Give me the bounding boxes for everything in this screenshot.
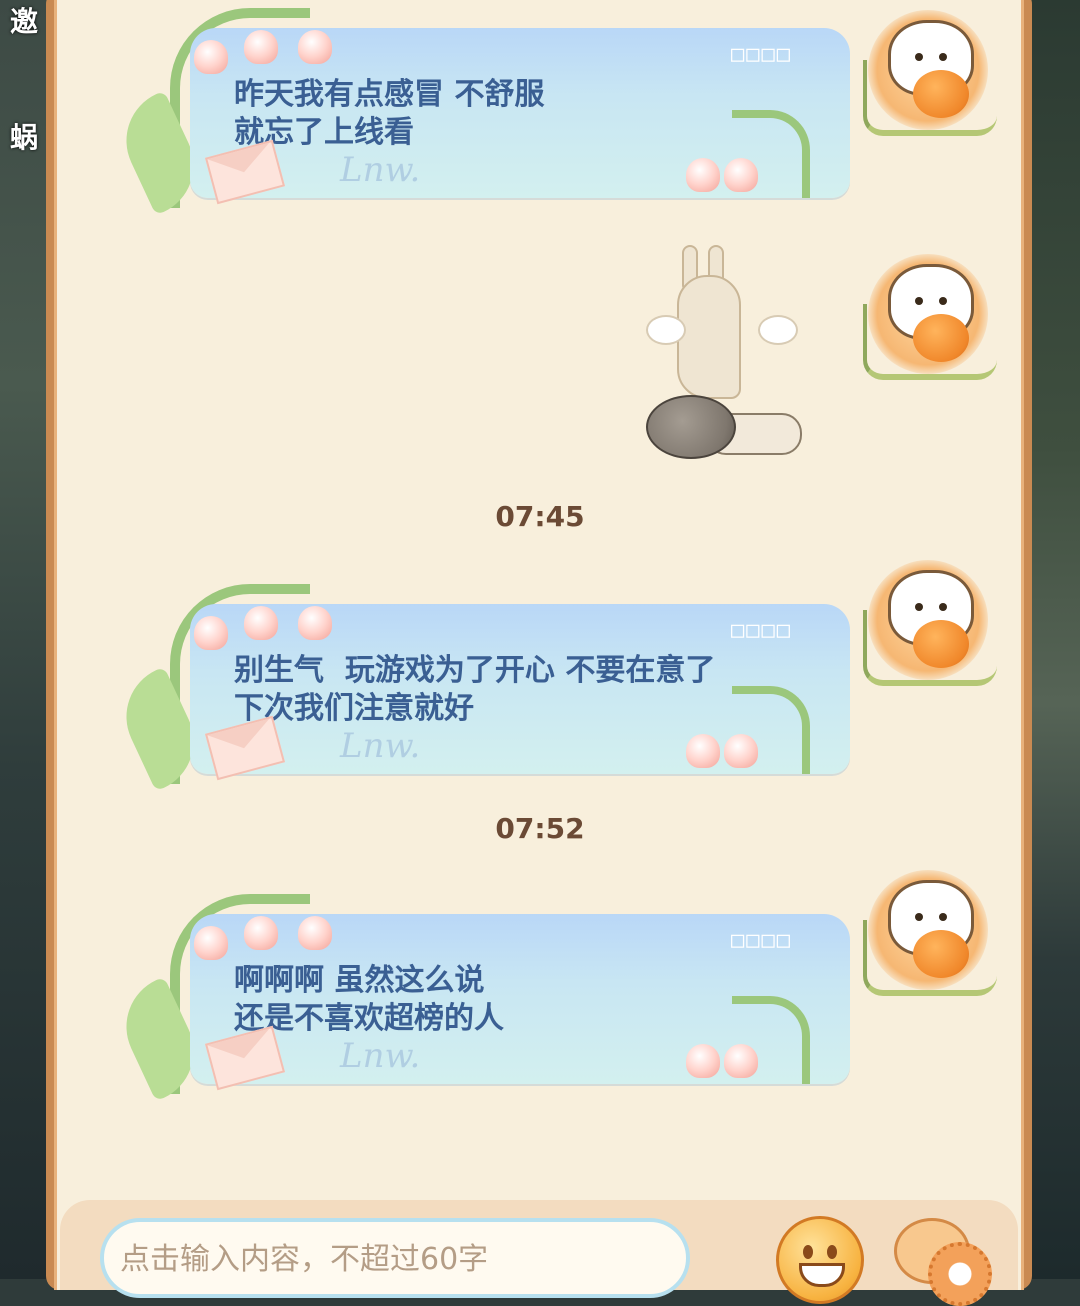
emoji-eye (827, 1245, 837, 1259)
bell-flower-icon (686, 158, 720, 192)
bell-flower-icon (244, 916, 278, 950)
timestamp: 07:52 (495, 812, 585, 845)
avatar[interactable] (858, 860, 1008, 1000)
chat-message[interactable]: □□□□ 别生气 玩游戏为了开心 不要在意了 下次我们注意就好 Lnw. (109, 584, 850, 792)
signature-decoration: Lnw. (340, 726, 421, 766)
orange-icon (913, 314, 969, 362)
avatar[interactable] (858, 550, 1008, 690)
avatar[interactable] (858, 244, 1008, 384)
message-bubble[interactable]: □□□□ 别生气 玩游戏为了开心 不要在意了 下次我们注意就好 Lnw. (190, 604, 850, 774)
wing-icon (758, 315, 798, 345)
signature-decoration: Lnw. (340, 150, 421, 190)
message-bubble[interactable]: □□□□ 昨天我有点感冒 不舒服 就忘了上线看 Lnw. (190, 28, 850, 198)
emoji-face-icon[interactable] (776, 1216, 864, 1304)
message-bubble[interactable]: □□□□ 啊啊啊 虽然这么说 还是不喜欢超榜的人 Lnw. (190, 914, 850, 1084)
bell-flower-icon (244, 30, 278, 64)
bubble-dots: □□□□ (731, 928, 792, 953)
wing-icon (646, 315, 686, 345)
bell-flower-icon (724, 158, 758, 192)
message-text: 昨天我有点感冒 不舒服 就忘了上线看 (234, 77, 545, 150)
avatar[interactable] (858, 0, 1008, 140)
message-input[interactable]: 点击输入内容，不超过60字 (100, 1218, 690, 1298)
bell-flower-icon (194, 40, 228, 74)
snail-shell (646, 395, 736, 459)
sticker-message[interactable] (632, 245, 807, 460)
emoji-eye (803, 1245, 813, 1259)
snail-icon (646, 395, 802, 459)
chat-message[interactable]: □□□□ 昨天我有点感冒 不舒服 就忘了上线看 Lnw. (109, 8, 850, 216)
orange-icon (913, 620, 969, 668)
gear-bubble-icon[interactable] (894, 1218, 994, 1306)
chat-message[interactable]: □□□□ 啊啊啊 虽然这么说 还是不喜欢超榜的人 Lnw. (109, 894, 850, 1102)
bell-flower-icon (724, 1044, 758, 1078)
bell-flower-icon (194, 926, 228, 960)
message-text: 别生气 玩游戏为了开心 不要在意了 下次我们注意就好 (234, 653, 716, 726)
message-text: 啊啊啊 虽然这么说 还是不喜欢超榜的人 (234, 963, 504, 1036)
bell-flower-icon (244, 606, 278, 640)
orange-icon (913, 70, 969, 118)
orange-icon (913, 930, 969, 978)
bell-flower-icon (686, 734, 720, 768)
signature-decoration: Lnw. (340, 1036, 421, 1076)
bell-flower-icon (298, 606, 332, 640)
emoji-mouth (799, 1263, 845, 1287)
bell-flower-icon (724, 734, 758, 768)
bubble-dots: □□□□ (731, 42, 792, 67)
bubble-dots: □□□□ (731, 618, 792, 643)
bell-flower-icon (298, 916, 332, 950)
background-label-top: 邀 (10, 5, 39, 38)
input-bar: 点击输入内容，不超过60字 (60, 1200, 1018, 1306)
gear-icon (928, 1242, 992, 1306)
background-label-mid: 蜗 (10, 121, 39, 154)
bell-flower-icon (686, 1044, 720, 1078)
bell-flower-icon (194, 616, 228, 650)
ghost-slug-icon (677, 275, 741, 399)
timestamp: 07:45 (495, 500, 585, 533)
bell-flower-icon (298, 30, 332, 64)
